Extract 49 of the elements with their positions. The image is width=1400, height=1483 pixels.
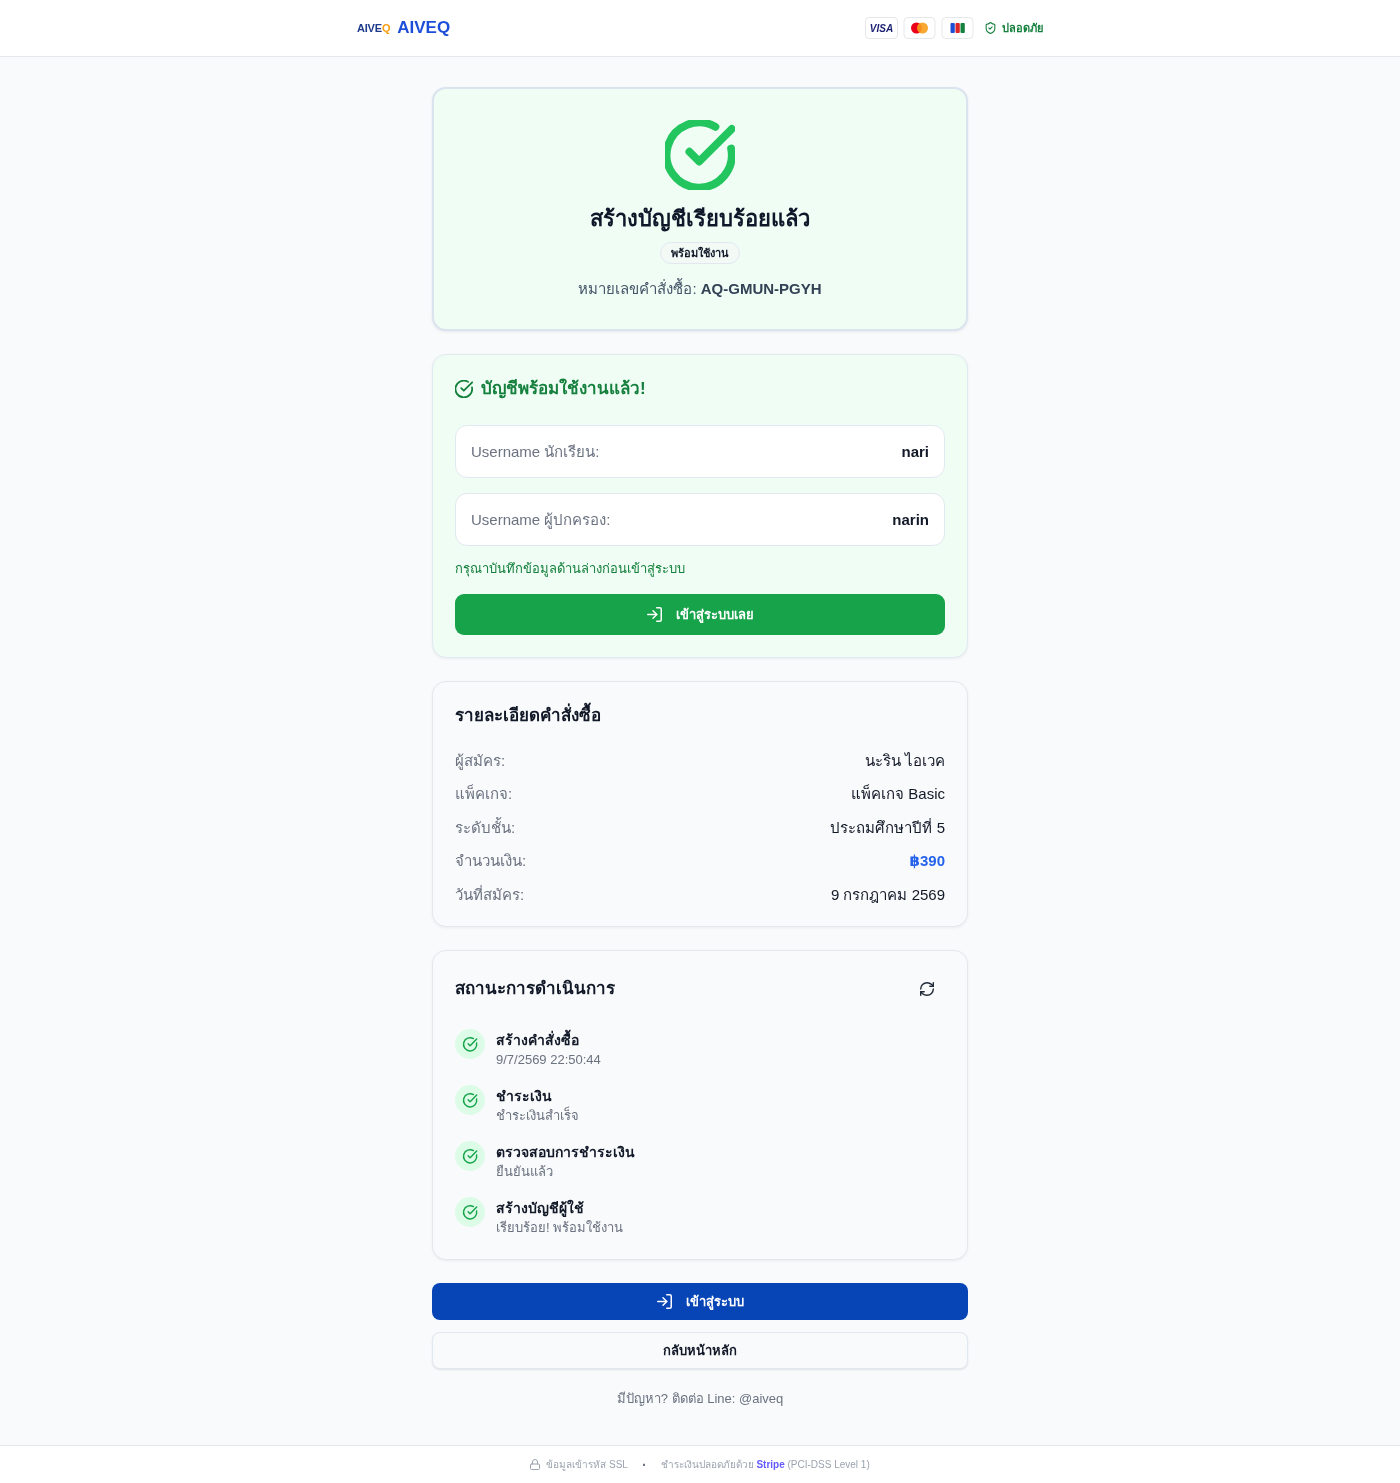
detail-value: ประถมศึกษาปีที่ 5 [830, 817, 945, 838]
security-label: ปลอดภัย [1002, 21, 1043, 36]
step-title: สร้างคำสั่งซื้อ [496, 1028, 580, 1050]
ssl-note: ข้อมูลเข้ารหัส SSL [546, 1458, 628, 1472]
refresh-icon [920, 981, 934, 996]
logo-mark: AIVEQ [357, 22, 391, 34]
shield-check-icon [984, 21, 997, 35]
check-circle-icon [455, 380, 473, 398]
overlapping-circles-icon [903, 17, 936, 39]
credential-label: Username ผู้ปกครอง: [471, 509, 611, 531]
status-title: สถานะการดำเนินการ [455, 977, 615, 1000]
step-detail: เรียบร้อย! พร้อมใช้งาน [496, 1218, 624, 1237]
detail-value: 9 กรกฎาคม 2569 [830, 884, 945, 905]
help-contact-text: มีปัญหา? ติดต่อ Line: @aiveq [615, 1389, 785, 1408]
success-title: สร้างบัญชีเรียบร้อยแล้ว [590, 205, 810, 234]
step-title: ชำระเงิน [496, 1086, 553, 1106]
amount-value: ฿390 [909, 852, 945, 871]
separator-dot: · [641, 1457, 647, 1472]
order-number: หมายเลขคำสั่งซื้อ: AQ-GMUN-PGYH [578, 278, 822, 299]
detail-label: ผู้สมัคร: [455, 750, 506, 772]
refresh-button[interactable] [919, 980, 935, 997]
step-detail: ยืนยันแล้ว [496, 1162, 554, 1181]
detail-value: แพ็คเกจ Basic [851, 783, 945, 805]
login-button[interactable]: เข้าสู่ระบบ [432, 1282, 968, 1320]
detail-label: ระดับชั้น: [455, 816, 516, 838]
step-title: สร้างบัญชีผู้ใช้ [496, 1198, 585, 1219]
color-stripes-icon [941, 17, 974, 39]
login-icon [646, 607, 662, 622]
check-circle-icon [665, 120, 735, 190]
status-badge: พร้อมใช้งาน [660, 242, 740, 264]
detail-label: จำนวนเงิน: [455, 851, 527, 872]
step-title: ตรวจสอบการชำระเงิน [496, 1142, 635, 1162]
save-info-note: กรุณาบันทึกข้อมูลด้านล่างก่อนเข้าสู่ระบบ [455, 560, 686, 579]
detail-label: แพ็คเกจ: [455, 783, 513, 805]
step-detail: ชำระเงินสำเร็จ [496, 1106, 579, 1125]
credential-label: Username นักเรียน: [471, 441, 600, 462]
brand-name: AIVEQ [397, 18, 451, 38]
detail-value: นะริน ไอเวค [864, 750, 945, 771]
credential-value: nari [901, 443, 929, 460]
credential-value: narin [892, 511, 929, 528]
detail-label: วันที่สมัคร: [455, 884, 525, 905]
payment-note: ชำระเงินปลอดภัยด้วย Stripe (PCI-DSS Level 1) [660, 1458, 870, 1472]
account-ready-heading: บัญชีพร้อมใช้งานแล้ว! [481, 377, 646, 401]
back-home-button[interactable]: กลับหน้าหลัก [432, 1331, 968, 1369]
card-brand-label: VISA [865, 17, 898, 39]
step-detail: 9/7/2569 22:50:44 [496, 1050, 601, 1069]
lock-icon [530, 1459, 541, 1470]
order-details-title: รายละเอียดคำสั่งซื้อ [455, 703, 945, 729]
login-icon [656, 1293, 672, 1309]
